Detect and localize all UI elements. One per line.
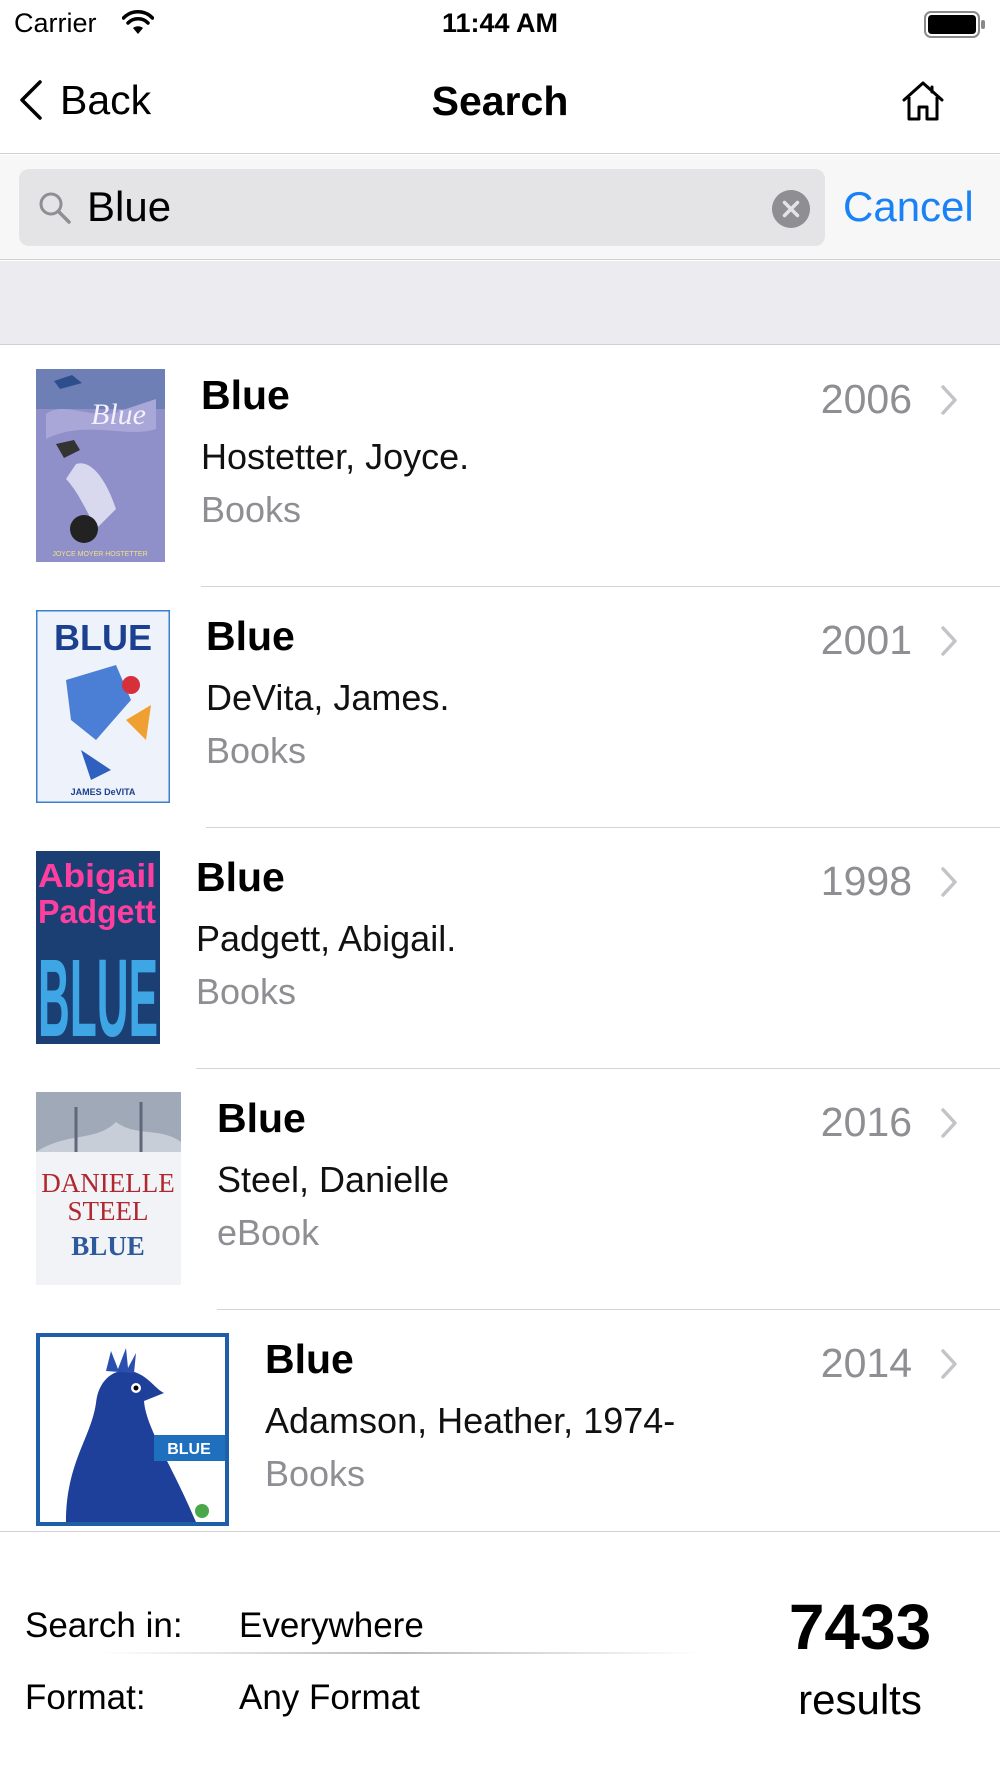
cover-text: JAMES DeVITA — [71, 787, 136, 797]
search-bar: Cancel — [0, 155, 1000, 260]
search-options-footer: Search in: Everywhere Format: Any Format… — [0, 1531, 1000, 1778]
cover-text: JOYCE MOYER HOSTETTER — [52, 551, 147, 558]
result-title: Blue — [196, 854, 285, 900]
svg-text:Padgett: Padgett — [38, 893, 156, 930]
cancel-button[interactable]: Cancel — [843, 183, 974, 231]
result-year: 2001 — [820, 617, 912, 663]
format-label: Format: — [25, 1678, 146, 1717]
result-count: 7433 — [788, 1591, 932, 1663]
search-in-label: Search in: — [25, 1606, 183, 1645]
result-year: 2016 — [820, 1099, 912, 1145]
search-field[interactable] — [19, 169, 825, 246]
result-row[interactable]: Abigail Padgett BLUE Blue Padgett, Abiga… — [0, 828, 1000, 1069]
page-title: Search — [431, 78, 569, 124]
chevron-right-icon — [941, 626, 957, 656]
format-selector[interactable]: Any Format — [239, 1678, 420, 1718]
svg-text:STEEL: STEEL — [68, 1196, 149, 1226]
chevron-right-icon — [941, 1349, 957, 1379]
result-year: 2014 — [820, 1340, 912, 1386]
svg-text:Blue: Blue — [91, 398, 146, 431]
result-title: Blue — [201, 372, 290, 418]
result-year: 1998 — [820, 858, 912, 904]
result-author: Hostetter, Joyce. — [201, 436, 470, 477]
result-author: DeVita, James. — [206, 677, 450, 718]
result-format: Books — [201, 489, 302, 530]
result-format: eBook — [217, 1212, 320, 1253]
svg-text:BLUE: BLUE — [38, 937, 158, 1044]
navigation-bar: Back Search — [0, 50, 1000, 154]
book-cover-image: BLUE — [36, 1333, 229, 1526]
book-cover-image: BLUE JAMES DeVITA — [36, 610, 170, 803]
section-header — [0, 261, 1000, 345]
result-format: Books — [206, 730, 307, 771]
book-cover-image: Blue JOYCE MOYER HOSTETTER — [36, 369, 165, 562]
search-input[interactable] — [87, 179, 767, 235]
result-title: Blue — [265, 1336, 354, 1382]
svg-text:DANIELLE: DANIELLE — [41, 1168, 174, 1198]
svg-text:Abigail: Abigail — [38, 857, 156, 894]
book-cover-image: Abigail Padgett BLUE — [36, 851, 160, 1044]
result-title: Blue — [206, 613, 295, 659]
result-row[interactable]: Blue JOYCE MOYER HOSTETTER Blue Hostette… — [0, 346, 1000, 587]
result-year: 2006 — [820, 376, 912, 422]
result-author: Steel, Danielle — [217, 1159, 450, 1200]
results-list: Blue JOYCE MOYER HOSTETTER Blue Hostette… — [0, 346, 1000, 1531]
chevron-right-icon — [941, 1108, 957, 1138]
clear-search-icon[interactable] — [772, 190, 810, 228]
book-cover-image: DANIELLE STEEL BLUE — [36, 1092, 181, 1285]
result-row[interactable]: DANIELLE STEEL BLUE Blue Steel, Danielle… — [0, 1069, 1000, 1310]
chevron-right-icon — [941, 385, 957, 415]
battery-icon — [924, 11, 985, 38]
home-icon[interactable] — [900, 78, 946, 124]
svg-text:BLUE: BLUE — [71, 1231, 145, 1261]
cover-text: BLUE — [167, 1441, 211, 1458]
chevron-right-icon — [941, 867, 957, 897]
result-row[interactable]: BLUE Blue Adamson, Heather, 1974- Books … — [0, 1310, 1000, 1531]
status-time: 11:44 AM — [441, 8, 559, 38]
divider — [100, 1652, 700, 1654]
result-author: Adamson, Heather, 1974- — [265, 1400, 676, 1441]
result-row[interactable]: BLUE JAMES DeVITA Blue DeVita, James. Bo… — [0, 587, 1000, 828]
search-icon — [39, 192, 71, 224]
result-format: Books — [196, 971, 297, 1012]
result-count-label: results — [798, 1676, 922, 1723]
result-author: Padgett, Abigail. — [196, 918, 457, 959]
status-bar: Carrier 11:44 AM — [0, 0, 1000, 50]
result-format: Books — [265, 1453, 366, 1494]
svg-text:BLUE: BLUE — [54, 617, 152, 658]
result-title: Blue — [217, 1095, 306, 1141]
search-in-selector[interactable]: Everywhere — [239, 1606, 424, 1646]
